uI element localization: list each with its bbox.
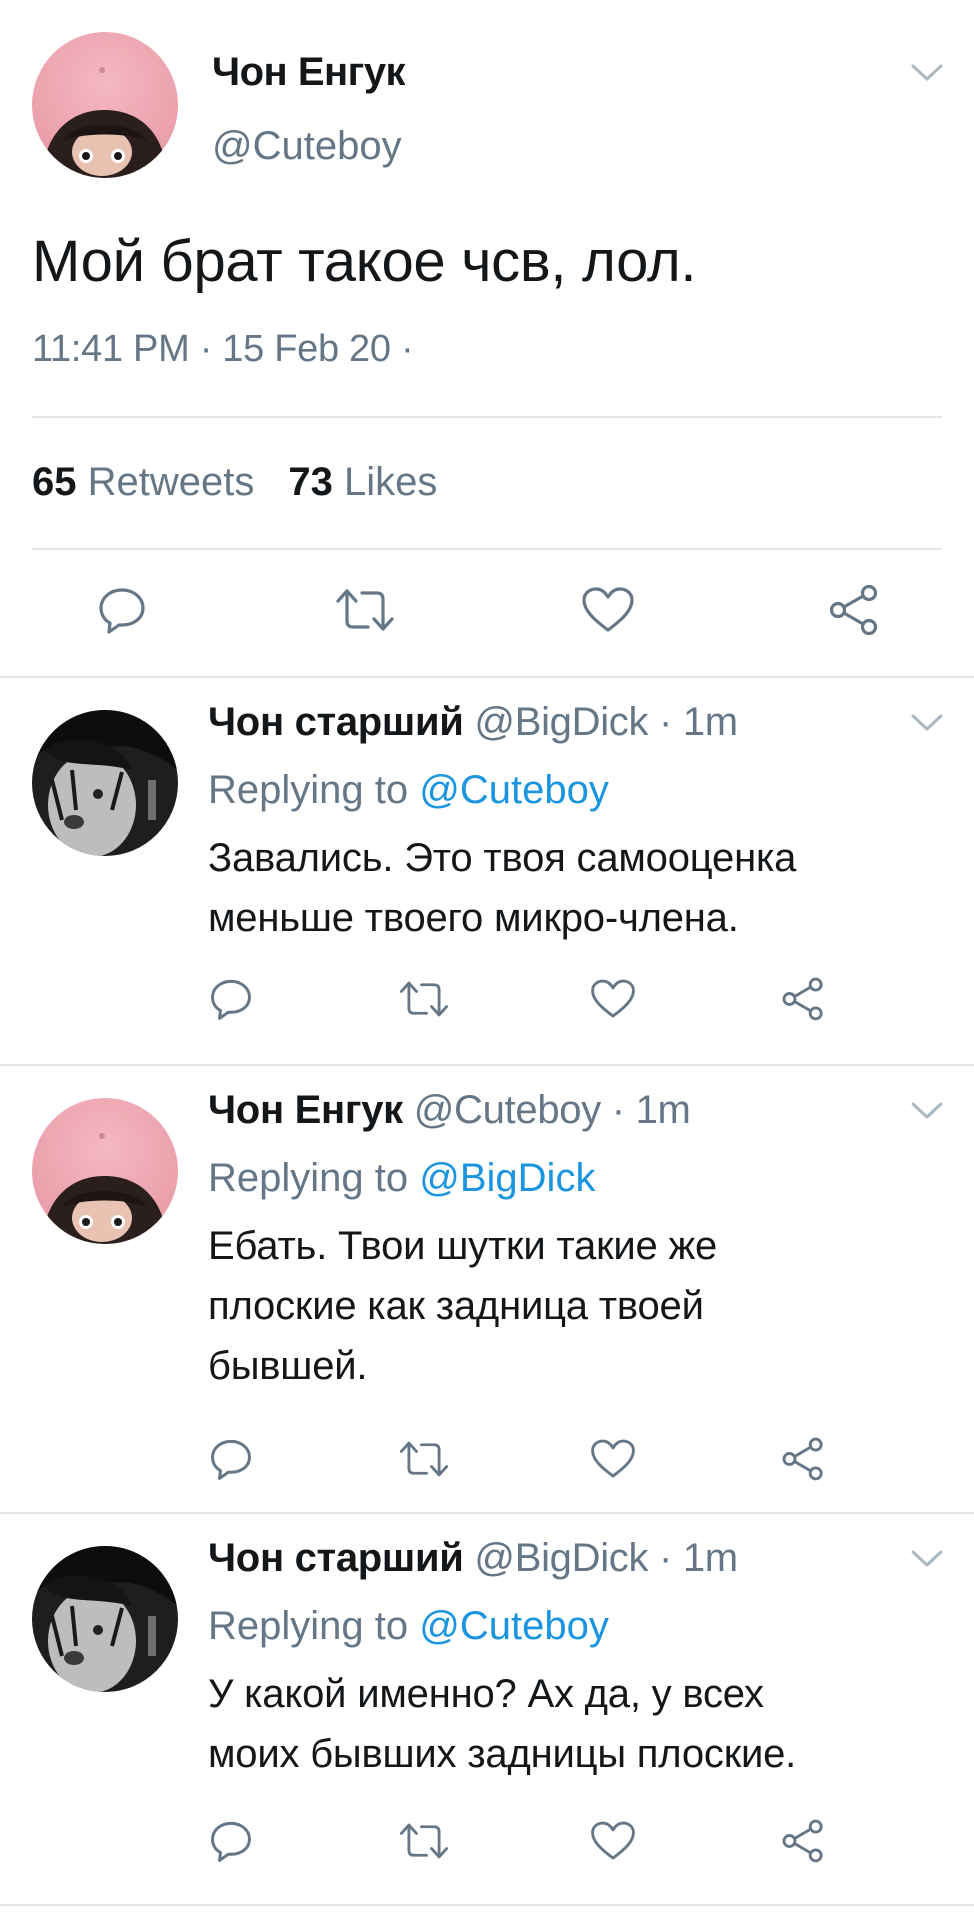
divider: [32, 416, 942, 418]
reply-text: Завались. Это твоя самооценка меньше тво…: [208, 828, 928, 948]
reply-text: У какой именно? Ах да, у всех моих бывши…: [208, 1664, 928, 1784]
reply-icon: [211, 1439, 251, 1480]
replying-label: Replying to: [208, 1604, 409, 1648]
share-button[interactable]: [778, 1818, 828, 1864]
avatar[interactable]: [32, 32, 178, 178]
share-icon: [782, 1819, 823, 1863]
retweet-icon: [399, 1823, 449, 1859]
reply-text: Ебать. Твои шутки такие же плоские как з…: [208, 1216, 928, 1396]
retweet-icon: [399, 1441, 449, 1477]
retweet-icon: [399, 981, 449, 1017]
reply-header: Чон старший @BigDick · 1m: [208, 700, 738, 745]
text-line: плоские как задница твоей: [208, 1284, 704, 1328]
divider: [32, 548, 942, 550]
retweets-count[interactable]: 65: [32, 460, 77, 504]
heart-icon: [591, 1821, 635, 1860]
text-line: Ебать. Твои шутки такие же: [208, 1224, 718, 1268]
tweet-text: Мой брат такое чсв, лол.: [32, 229, 697, 294]
tweet-timestamp[interactable]: 11:41 PM · 15 Feb 20 ·: [32, 328, 414, 371]
reply-icon: [211, 1821, 251, 1862]
tweet-stats: 65 Retweets 73 Likes: [32, 460, 437, 505]
chevron-down-icon[interactable]: [910, 1100, 944, 1122]
retweet-button[interactable]: [396, 1436, 452, 1482]
reply-button[interactable]: [208, 1818, 254, 1864]
retweet-button[interactable]: [396, 976, 452, 1022]
heart-icon: [591, 979, 635, 1018]
share-icon: [782, 1437, 823, 1481]
replying-to: Replying to @Cuteboy: [208, 1604, 609, 1649]
like-button[interactable]: [580, 584, 636, 636]
reply-button[interactable]: [208, 976, 254, 1022]
author-name[interactable]: Чон старший: [208, 700, 464, 744]
retweets-label[interactable]: Retweets: [88, 460, 255, 504]
reply-time[interactable]: · 1m: [659, 1536, 738, 1580]
chevron-down-icon[interactable]: [910, 62, 944, 84]
reply-header: Чон старший @BigDick · 1m: [208, 1536, 738, 1581]
text-line: меньше твоего микро-члена.: [208, 896, 739, 940]
retweet-button[interactable]: [396, 1818, 452, 1864]
reply-button[interactable]: [208, 1436, 254, 1482]
replying-to: Replying to @BigDick: [208, 1156, 595, 1201]
author-handle[interactable]: @Cuteboy: [414, 1088, 602, 1132]
heart-icon: [582, 587, 634, 632]
share-button[interactable]: [826, 584, 882, 636]
author-name[interactable]: Чон старший: [208, 1536, 464, 1580]
author-handle[interactable]: @BigDick: [474, 1536, 648, 1580]
avatar[interactable]: [32, 710, 178, 856]
like-button[interactable]: [588, 976, 638, 1022]
avatar[interactable]: [32, 1098, 178, 1244]
share-icon: [829, 584, 878, 636]
author-handle[interactable]: @Cuteboy: [212, 124, 402, 169]
reply-tweet[interactable]: Чон старший @BigDick · 1m Replying to @C…: [0, 1512, 974, 1908]
retweet-button[interactable]: [332, 584, 398, 636]
mention-link[interactable]: @Cuteboy: [419, 768, 609, 812]
reply-icon: [99, 588, 145, 634]
replying-to: Replying to @Cuteboy: [208, 768, 609, 813]
author-name[interactable]: Чон Енгук: [212, 50, 406, 95]
reply-time[interactable]: · 1m: [612, 1088, 691, 1132]
author-name[interactable]: Чон Енгук: [208, 1088, 403, 1132]
mention-link[interactable]: @Cuteboy: [419, 1604, 609, 1648]
like-button[interactable]: [588, 1436, 638, 1482]
avatar[interactable]: [32, 1546, 178, 1692]
reply-tweet[interactable]: Чон Енгук @Cuteboy · 1m Replying to @Big…: [0, 1064, 974, 1512]
likes-count[interactable]: 73: [288, 460, 333, 504]
reply-header: Чон Енгук @Cuteboy · 1m: [208, 1088, 691, 1133]
heart-icon: [591, 1439, 635, 1478]
share-button[interactable]: [778, 976, 828, 1022]
share-icon: [782, 977, 823, 1021]
reply-tweet[interactable]: Чон старший @BigDick · 1m Replying to @C…: [0, 676, 974, 1064]
text-line: Завались. Это твоя самооценка: [208, 836, 797, 880]
main-tweet: Чон Енгук @Cuteboy Мой брат такое чсв, л…: [0, 0, 974, 676]
text-line: моих бывших задницы плоские.: [208, 1732, 797, 1776]
reply-button[interactable]: [96, 584, 148, 636]
reply-icon: [211, 979, 251, 1020]
tweet-thread: Чон Енгук @Cuteboy Мой брат такое чсв, л…: [0, 0, 974, 1920]
divider: [0, 1904, 974, 1906]
replying-label: Replying to: [208, 768, 409, 812]
chevron-down-icon[interactable]: [910, 1548, 944, 1570]
like-button[interactable]: [588, 1818, 638, 1864]
author-handle[interactable]: @BigDick: [474, 700, 648, 744]
text-line: У какой именно? Ах да, у всех: [208, 1672, 764, 1716]
replying-label: Replying to: [208, 1156, 409, 1200]
retweet-icon: [336, 589, 394, 631]
chevron-down-icon[interactable]: [910, 712, 944, 734]
reply-time[interactable]: · 1m: [659, 700, 738, 744]
likes-label[interactable]: Likes: [344, 460, 437, 504]
mention-link[interactable]: @BigDick: [419, 1156, 595, 1200]
share-button[interactable]: [778, 1436, 828, 1482]
text-line: бывшей.: [208, 1344, 368, 1388]
